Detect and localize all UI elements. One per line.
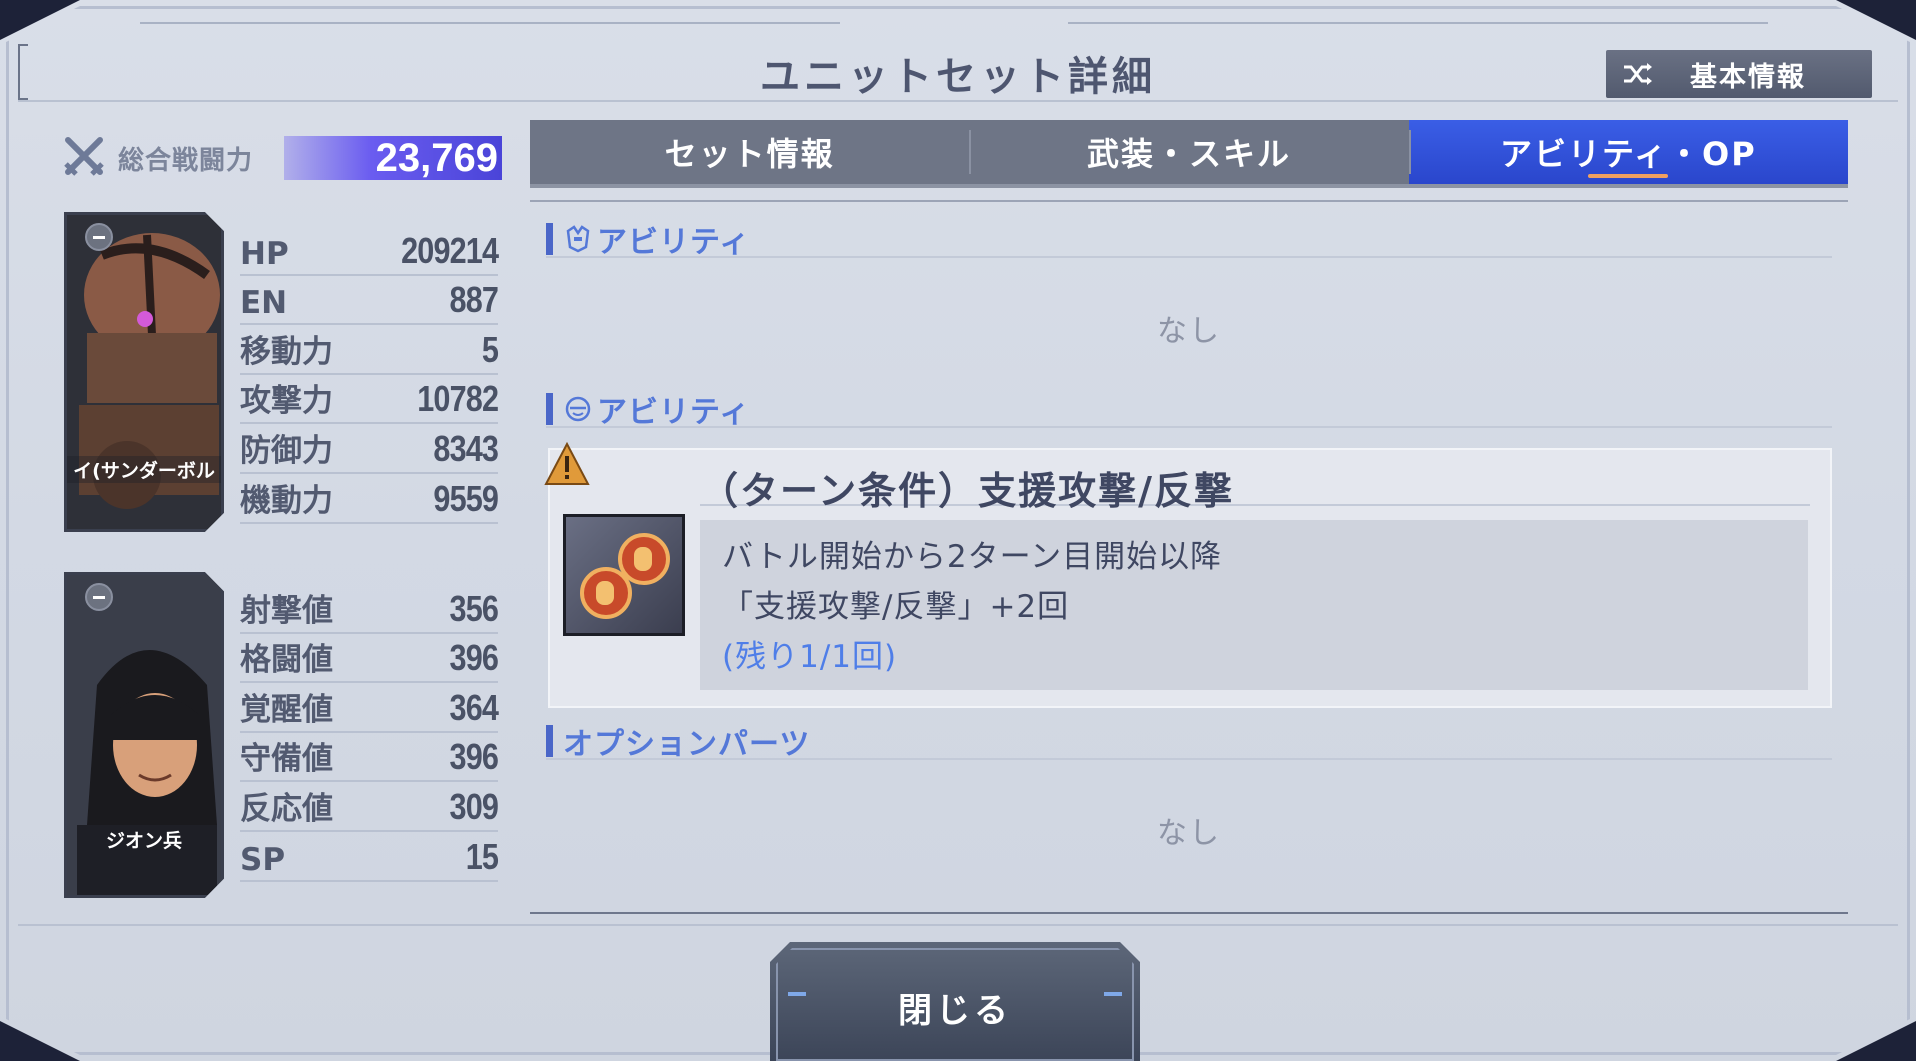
stat-label: 守備値: [240, 741, 333, 778]
section-marker: [546, 393, 553, 425]
ability-desc-line: バトル開始から2ターン目開始以降: [722, 539, 1223, 575]
stat-value: 887: [449, 279, 498, 321]
stat-value: 364: [449, 686, 498, 728]
stat-row-defense: 防御力 8343: [240, 424, 499, 474]
stat-label: EN: [240, 285, 288, 322]
unit-ability-header: アビリティ: [546, 222, 1832, 260]
pilot-ability-header: アビリティ: [546, 392, 1832, 430]
stat-label: SP: [240, 841, 286, 878]
stat-label: 防御力: [240, 432, 333, 469]
unit-name: イ(サンダーボル: [67, 456, 221, 483]
ability-remaining: (残り1/1回): [722, 639, 898, 675]
total-power-label: 総合戦闘力: [118, 145, 254, 176]
stat-row-hp: HP 209214: [240, 226, 499, 276]
ability-description: バトル開始から2ターン目開始以降 「支援攻撃/反撃」+2回 (残り1/1回): [700, 520, 1808, 690]
section-title: オプションパーツ: [563, 727, 811, 762]
tab-bar: セット情報 武装・スキル アビリティ・OP: [530, 120, 1848, 188]
unit-ability-empty: なし: [1157, 314, 1221, 349]
stat-row-sp: SP 15: [240, 832, 499, 882]
top-deco-line: [1068, 22, 1768, 24]
stat-row-melee: 格闘値 396: [240, 634, 499, 684]
stat-value: 396: [449, 637, 498, 679]
stat-value: 209214: [400, 229, 499, 271]
total-power: 総合戦闘力 23,769: [62, 134, 502, 182]
stat-value: 10782: [417, 378, 499, 420]
close-deco-right: [1104, 992, 1122, 996]
unit-stats: HP 209214 EN 887 移動力 5 攻撃力 10782 防御力 8343 機動力…: [240, 226, 499, 524]
support-attack-icon: [563, 514, 685, 636]
stat-label: 機動力: [240, 482, 333, 519]
stat-label: HP: [240, 235, 289, 272]
stat-label: 射撃値: [240, 592, 333, 629]
stat-value: 309: [449, 785, 498, 827]
tab-underline: [530, 200, 1848, 202]
stat-label: 移動力: [240, 333, 333, 370]
close-label: 閉じる: [898, 991, 1012, 1031]
section-title: アビリティ: [597, 395, 751, 430]
basic-info-label: 基本情報: [1690, 61, 1806, 93]
option-parts-header: オプションパーツ: [546, 724, 1832, 762]
total-power-value: 23,769: [284, 136, 502, 180]
pilot-name: ジオン兵: [105, 830, 182, 852]
stat-row-awaken: 覚醒値 364: [240, 683, 499, 733]
close-button[interactable]: 閉じる: [770, 942, 1140, 1061]
stat-label: 反応値: [240, 790, 333, 827]
section-marker: [546, 725, 553, 757]
stat-label: 攻撃力: [240, 383, 333, 420]
content-bottom-line: [530, 912, 1848, 914]
tab-weapons-skills[interactable]: 武装・スキル: [969, 120, 1408, 184]
tab-abilities-op[interactable]: アビリティ・OP: [1408, 120, 1848, 184]
top-deco-line: [140, 22, 840, 24]
shuffle-icon: [1618, 50, 1658, 98]
stat-value: 5: [481, 328, 499, 370]
close-deco-left: [788, 992, 806, 996]
mobile-suit-icon: [563, 224, 593, 254]
stat-value: 396: [449, 736, 498, 778]
stat-row-attack: 攻撃力 10782: [240, 375, 499, 425]
tab-set-info[interactable]: セット情報: [530, 120, 969, 184]
stat-row-reaction: 反応値 309: [240, 782, 499, 832]
stat-value: 9559: [433, 477, 499, 519]
remove-unit-button[interactable]: [85, 223, 113, 251]
stat-row-shooting: 射撃値 356: [240, 584, 499, 634]
section-marker: [546, 223, 553, 255]
stat-value: 356: [449, 587, 498, 629]
option-parts-empty: なし: [1157, 816, 1221, 851]
stat-label: 格闘値: [240, 642, 333, 679]
warning-icon: [544, 441, 590, 486]
section-title: アビリティ: [597, 225, 751, 260]
pilot-stats: 射撃値 356 格闘値 396 覚醒値 364 守備値 396 反応値 309 SP 15: [240, 584, 499, 882]
stat-label: 覚醒値: [240, 691, 333, 728]
ability-name: （ターン条件）支援攻撃/反撃: [700, 460, 1810, 513]
stat-row-en: EN 887: [240, 276, 499, 326]
pilot-portrait[interactable]: ジオン兵: [64, 572, 224, 898]
ability-desc-line: 「支援攻撃/反撃」+2回: [722, 589, 1070, 625]
stat-row-move: 移動力 5: [240, 325, 499, 375]
unit-portrait[interactable]: イ(サンダーボル: [64, 212, 224, 532]
stat-value: 8343: [433, 427, 499, 469]
stat-value: 15: [465, 835, 499, 877]
footer-line: [18, 924, 1898, 926]
crossed-swords-icon: [62, 134, 106, 182]
remove-pilot-button[interactable]: [85, 583, 113, 611]
stat-row-defend: 守備値 396: [240, 733, 499, 783]
stat-row-mobility: 機動力 9559: [240, 474, 499, 524]
basic-info-button[interactable]: 基本情報: [1606, 50, 1872, 98]
pilot-helmet-icon: [563, 394, 593, 424]
